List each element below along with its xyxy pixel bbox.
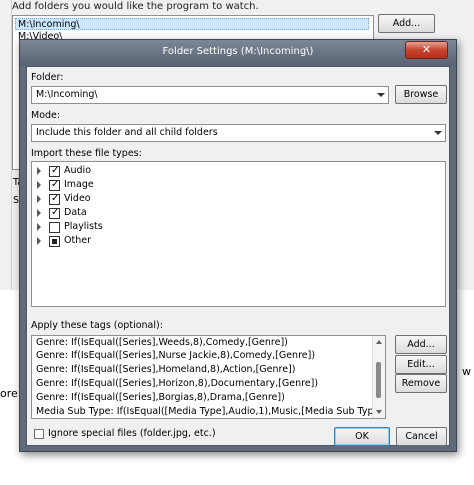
tree-item-label: Other <box>64 235 91 246</box>
list-item[interactable]: M:\Incoming\ <box>15 18 369 30</box>
tree-item-label: Video <box>64 193 91 204</box>
chevron-down-icon[interactable] <box>433 128 443 138</box>
ok-button[interactable]: OK <box>334 427 390 446</box>
tree-item-label: Playlists <box>64 221 103 232</box>
folder-label: Folder: <box>31 72 64 83</box>
chevron-down-icon[interactable] <box>376 90 386 100</box>
mode-combobox[interactable]: Include this folder and all child folder… <box>31 124 446 142</box>
list-item[interactable]: Genre: If(IsEqual([Series],Borgias,8),Dr… <box>32 391 372 404</box>
folder-settings-dialog: Folder Settings (M:\Incoming\) ✕ Folder:… <box>19 39 457 452</box>
browse-button[interactable]: Browse <box>395 85 447 104</box>
expand-arrow-icon[interactable] <box>37 223 41 231</box>
scroll-up-icon[interactable] <box>376 340 382 344</box>
folder-combobox[interactable]: M:\Incoming\ <box>31 86 389 104</box>
background-text-fragment: ore <box>0 387 18 400</box>
tree-item-label: Data <box>64 207 87 218</box>
partial-check-icon <box>52 239 57 244</box>
expand-arrow-icon[interactable] <box>37 237 41 245</box>
scroll-down-icon[interactable] <box>376 410 382 414</box>
watch-folders-instruction: Add folders you would like the program t… <box>12 1 259 12</box>
tags-list[interactable]: Genre: If(IsEqual([Series],Weeds,8),Come… <box>31 335 386 419</box>
dialog-title-bar[interactable]: Folder Settings (M:\Incoming\) ✕ <box>20 40 456 66</box>
check-icon: ✓ <box>51 179 60 190</box>
close-icon: ✕ <box>421 43 432 56</box>
list-item[interactable]: Genre: If(IsEqual([Series],Homeland,8),A… <box>32 363 372 376</box>
add-tag-button[interactable]: Add... <box>395 335 447 354</box>
tags-label: Apply these tags (optional): <box>31 320 163 331</box>
playlists-checkbox[interactable] <box>49 222 60 233</box>
dialog-body: Folder: M:\Incoming\ Browse Mode: Includ… <box>26 66 450 446</box>
ignore-special-files-label: Ignore special files (folder.jpg, etc.) <box>48 428 216 439</box>
mode-label: Mode: <box>31 110 61 121</box>
tree-item-label: Image <box>64 179 94 190</box>
tree-item-label: Audio <box>64 165 92 176</box>
edit-tag-button[interactable]: Edit... <box>395 355 447 374</box>
other-checkbox[interactable] <box>49 236 60 247</box>
list-item[interactable]: Genre: If(IsEqual([Series],Weeds,8),Come… <box>32 336 372 349</box>
list-item[interactable]: Media Sub Type: If(IsEqual([Media Type],… <box>32 405 385 418</box>
expand-arrow-icon[interactable] <box>37 195 41 203</box>
expand-arrow-icon[interactable] <box>37 181 41 189</box>
expand-arrow-icon[interactable] <box>37 167 41 175</box>
ignore-special-files-checkbox[interactable] <box>34 429 44 439</box>
check-icon: ✓ <box>51 165 60 176</box>
data-checkbox[interactable]: ✓ <box>49 207 60 219</box>
add-folder-button[interactable]: Add... <box>378 14 435 33</box>
list-item[interactable]: Genre: If(IsEqual([Series],Nurse Jackie,… <box>32 349 372 362</box>
image-checkbox[interactable]: ✓ <box>49 179 60 191</box>
remove-tag-button[interactable]: Remove <box>395 374 447 393</box>
cancel-button[interactable]: Cancel <box>396 427 447 446</box>
background-text-fragment: w <box>462 365 471 378</box>
folder-value: M:\Incoming\ <box>36 89 98 100</box>
tags-scrollbar[interactable] <box>372 336 385 418</box>
dialog-title: Folder Settings (M:\Incoming\) <box>162 46 314 57</box>
file-types-tree[interactable]: ✓ Audio ✓ Image ✓ Video ✓ Data Playlists… <box>31 161 446 307</box>
video-checkbox[interactable]: ✓ <box>49 193 60 205</box>
scrollbar-thumb[interactable] <box>376 362 381 398</box>
expand-arrow-icon[interactable] <box>37 209 41 217</box>
list-item[interactable]: Genre: If(IsEqual([Series],Horizon,8),Do… <box>32 377 372 390</box>
check-icon: ✓ <box>51 207 60 218</box>
close-button[interactable]: ✕ <box>405 41 448 59</box>
check-icon: ✓ <box>51 193 60 204</box>
mode-value: Include this folder and all child folder… <box>36 127 218 138</box>
file-types-label: Import these file types: <box>31 148 142 159</box>
audio-checkbox[interactable]: ✓ <box>49 165 60 177</box>
